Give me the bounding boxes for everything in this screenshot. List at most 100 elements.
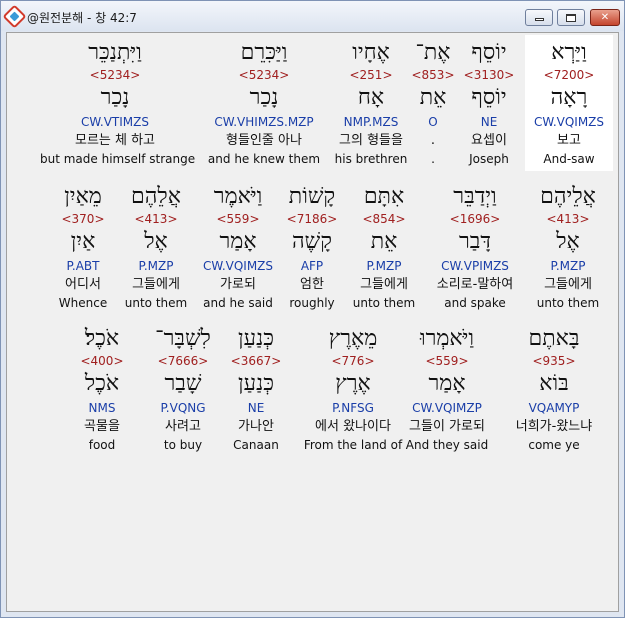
- app-window: @원전분해 - 창 42:7 ✕ וַיַּרְא <7200> רָאָה CW.V…: [0, 0, 625, 618]
- morphology-code: CW.VTIMZS: [81, 115, 149, 129]
- hebrew-lemma: דָּבַר: [459, 229, 491, 254]
- korean-gloss: 너희가-왔느냐: [515, 419, 593, 434]
- hebrew-word: וַיֹּאמֶר: [213, 184, 263, 209]
- hebrew-word: אִתָּם: [363, 184, 405, 209]
- morphology-code: P.MZP: [138, 259, 174, 273]
- close-button[interactable]: ✕: [590, 9, 620, 26]
- morphology-code: AFP: [300, 259, 324, 273]
- strong-number: <1696>: [449, 212, 501, 226]
- morphology-code: P.ABT: [66, 259, 100, 273]
- hebrew-lemma: אֶל: [556, 229, 580, 254]
- strong-number: <776>: [331, 354, 375, 368]
- korean-gloss: 어디서: [65, 277, 101, 292]
- morphology-code: NMS: [88, 401, 116, 415]
- korean-gloss: 그들에게: [132, 277, 180, 292]
- english-gloss: From the land of: [303, 438, 403, 452]
- english-gloss: his brethren: [334, 152, 408, 166]
- morphology-code: CW.VPIMZS: [441, 259, 509, 273]
- hebrew-word: קָשׁוֹת: [288, 184, 336, 209]
- word-cell[interactable]: אֲלֵהֶם <413> אֶל P.MZP 그들에게 unto them: [114, 179, 198, 315]
- hebrew-word: וַיַּרְא: [551, 40, 587, 65]
- hebrew-lemma: אָמַר: [219, 229, 257, 254]
- word-cell[interactable]: קָשׁוֹת <7186> קָשֶׁה AFP 엄한 roughly: [270, 179, 354, 315]
- korean-gloss: 에서 왔나이다: [315, 419, 391, 434]
- word-cell[interactable]: וַיִּתְנַכֵּר <5234> נָכַר CW.VTIMZS 모르는 체 하…: [40, 35, 195, 171]
- word-cell[interactable]: וַיַּרְא <7200> רָאָה CW.VQIMZS 보고 And-saw: [525, 35, 613, 171]
- verse-analysis-panel: וַיַּרְא <7200> רָאָה CW.VQIMZS 보고 And-saw יוֹ…: [6, 32, 619, 612]
- word-cell[interactable]: וַיַּכִּרֵם <5234> נָכַר CW.VHIMZS.MZP 형들인줄 …: [207, 35, 321, 171]
- strong-number: <7186>: [286, 212, 338, 226]
- morphology-code: P.MZP: [550, 259, 586, 273]
- morphology-code: CW.VHIMZS.MZP: [214, 115, 314, 129]
- strong-number: <559>: [216, 212, 260, 226]
- strong-number: <5234>: [89, 68, 141, 82]
- hebrew-word: וַיַּכִּרֵם: [240, 40, 288, 65]
- strong-number: <413>: [546, 212, 590, 226]
- word-cell[interactable]: מֵאֶרֶץ <776> אֶרֶץ P.NFSG 에서 왔나이다 From the l…: [297, 321, 409, 457]
- minimize-icon: [534, 18, 544, 21]
- english-gloss: And they said: [405, 438, 489, 452]
- english-gloss: And-saw: [543, 152, 595, 166]
- morphology-code: CW.VQIMZS: [533, 115, 605, 129]
- word-cell[interactable]: אֹכֶל׃ <400> אֹכֶל NMS 곡물을 food: [52, 321, 152, 457]
- korean-gloss: 엄한: [300, 277, 324, 292]
- maximize-icon: [566, 13, 576, 22]
- strong-number: <5234>: [238, 68, 290, 82]
- hebrew-lemma: אָמַר: [428, 371, 466, 396]
- korean-gloss: 그들에게: [360, 277, 408, 292]
- word-cell[interactable]: וַיְדַבֵּר <1696> דָּבַר CW.VPIMZS 소리로-말하여 an…: [433, 179, 517, 315]
- hebrew-word: אֲלֵיהֶם: [540, 184, 596, 209]
- morphology-code: P.MZP: [366, 259, 402, 273]
- korean-gloss: 보고: [557, 133, 581, 148]
- morphology-code: VQAMYP: [528, 401, 580, 415]
- hebrew-word: וַיִּתְנַכֵּר: [88, 40, 142, 65]
- hebrew-lemma: נָכַר: [249, 85, 279, 110]
- hebrew-lemma: אֶרֶץ: [335, 371, 371, 396]
- word-cell[interactable]: וַיֹּאמְרוּ <559> אָמַר CW.VQIMZP 그들이 가로되 And…: [397, 321, 497, 457]
- korean-gloss: 그의 형들을: [339, 133, 403, 148]
- morphology-code: NMP.MZS: [343, 115, 399, 129]
- word-cell[interactable]: מֵאַיִן <370> אַיִן P.ABT 어디서 Whence: [41, 179, 125, 315]
- word-cell[interactable]: יוֹסֵף <3130> יוֹסֵף NE 요셉이 Joseph: [449, 35, 529, 171]
- hebrew-lemma: אֵת: [370, 229, 398, 254]
- minimize-button[interactable]: [525, 9, 553, 26]
- korean-gloss: 형들인줄 아나: [226, 133, 302, 148]
- word-cell[interactable]: בָּאתֶם <935> בּוֹא VQAMYP 너희가-왔느냐 come ye: [506, 321, 602, 457]
- korean-gloss: 요셉이: [471, 133, 507, 148]
- maximize-button[interactable]: [557, 9, 585, 26]
- hebrew-word: בָּאתֶם: [528, 326, 580, 351]
- hebrew-lemma: אַיִן: [70, 229, 96, 254]
- window-title: @원전분해 - 창 42:7: [27, 11, 137, 25]
- korean-gloss: 그들에게: [544, 277, 592, 292]
- hebrew-lemma: יוֹסֵף: [471, 85, 507, 110]
- korean-gloss: 가로되: [220, 277, 256, 292]
- word-cell[interactable]: וַיֹּאמֶר <559> אָמַר CW.VQIMZS 가로되 and he sa…: [196, 179, 280, 315]
- hebrew-lemma: רָאָה: [550, 85, 588, 110]
- english-gloss: and spake: [444, 296, 506, 310]
- korean-gloss: 곡물을: [84, 419, 120, 434]
- english-gloss: and he knew them: [207, 152, 321, 166]
- strong-number: <3130>: [463, 68, 515, 82]
- korean-gloss: 모르는 체 하고: [74, 133, 156, 148]
- strong-number: <251>: [349, 68, 393, 82]
- close-icon: ✕: [600, 11, 610, 23]
- morphology-code: CW.VQIMZS: [202, 259, 274, 273]
- english-gloss: unto them: [352, 296, 416, 310]
- strong-number: <7200>: [543, 68, 595, 82]
- hebrew-word: מֵאַיִן: [64, 184, 102, 209]
- korean-gloss: 소리로-말하여: [436, 277, 514, 292]
- english-gloss: unto them: [124, 296, 188, 310]
- strong-number: <559>: [425, 354, 469, 368]
- hebrew-word: וַיֹּאמְרוּ: [419, 326, 475, 351]
- word-cell[interactable]: אֲלֵיהֶם <413> אֶל P.MZP 그들에게 unto them: [526, 179, 610, 315]
- hebrew-word: יוֹסֵף: [471, 40, 507, 65]
- morphology-code: P.NFSG: [332, 401, 374, 415]
- title-bar[interactable]: @원전분해 - 창 42:7 ✕: [1, 1, 624, 31]
- word-cell[interactable]: אִתָּם <854> אֵת P.MZP 그들에게 unto them: [342, 179, 426, 315]
- english-gloss: food: [88, 438, 116, 452]
- word-cell[interactable]: אֶחָיו <251> אָח NMP.MZS 그의 형들을 his brethren: [321, 35, 421, 171]
- english-gloss: unto them: [536, 296, 600, 310]
- hebrew-lemma: בּוֹא: [539, 371, 569, 396]
- english-gloss: come ye: [528, 438, 580, 452]
- hebrew-lemma: נָכַר: [100, 85, 130, 110]
